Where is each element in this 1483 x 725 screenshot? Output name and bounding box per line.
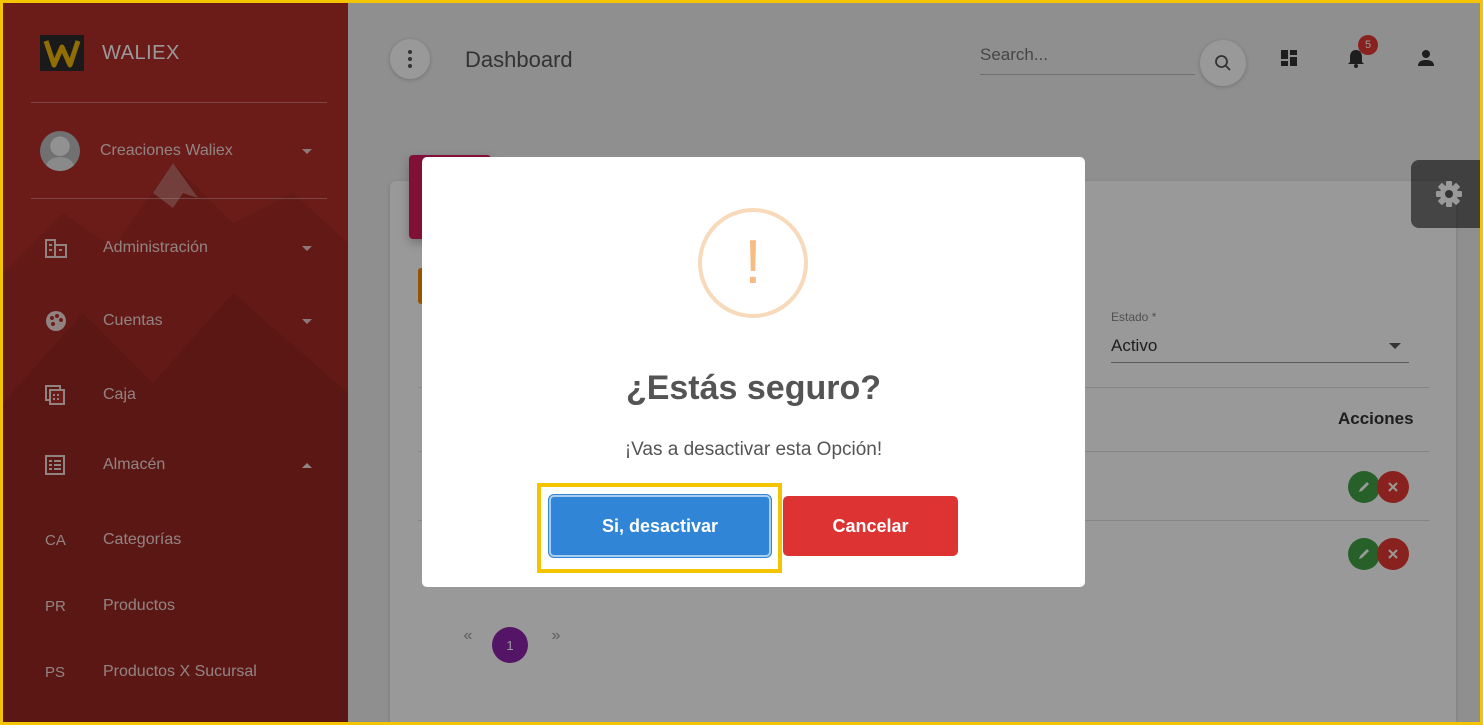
dialog-message: ¡Vas a desactivar esta Opción! xyxy=(624,439,883,460)
warning-icon: ! xyxy=(698,208,808,318)
screen: WALIEX Creaciones Waliex Administración … xyxy=(0,0,1483,725)
warning-glyph: ! xyxy=(744,228,762,297)
dialog-title: ¿Estás seguro? xyxy=(625,369,882,407)
confirm-dialog: ! ¿Estás seguro? ¡Vas a desactivar esta … xyxy=(422,157,1085,587)
confirm-deactivate-button[interactable]: Si, desactivar xyxy=(549,495,771,557)
cancel-button[interactable]: Cancelar xyxy=(783,496,958,556)
